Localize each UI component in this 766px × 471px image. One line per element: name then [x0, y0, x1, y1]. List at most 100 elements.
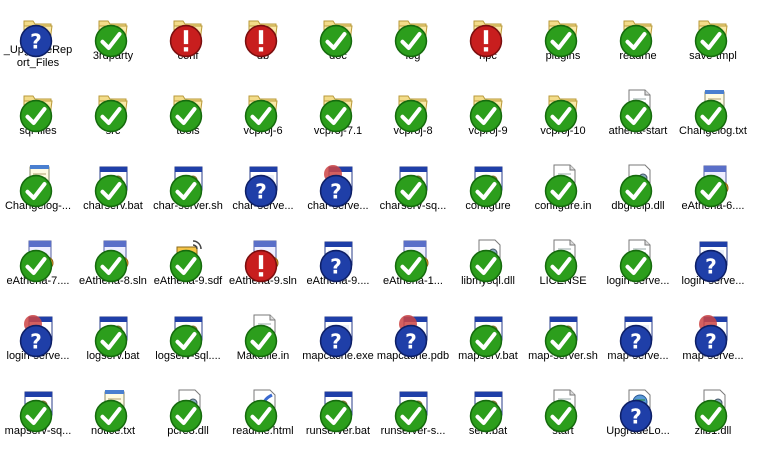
file-item[interactable]: runserver.bat: [300, 375, 376, 445]
file-item[interactable]: configure: [450, 150, 526, 220]
file-item[interactable]: athena-start: [600, 75, 676, 145]
svg-text:?: ?: [630, 330, 642, 354]
file-item[interactable]: pcre3.dll: [150, 375, 226, 445]
check-badge-icon: [169, 174, 203, 208]
file-item[interactable]: readme.html: [225, 375, 301, 445]
file-item[interactable]: serv.bat: [450, 375, 526, 445]
svg-text:?: ?: [405, 330, 417, 354]
check-badge-icon: [94, 249, 128, 283]
folder-icon: [544, 12, 580, 58]
check-badge-icon: [394, 24, 428, 58]
check-badge-icon: [319, 399, 353, 433]
check-badge-icon: [544, 324, 578, 358]
batch-icon: [544, 312, 580, 358]
file-item[interactable]: logserv.bat: [75, 300, 151, 370]
file-item[interactable]: map-server.sh: [525, 300, 601, 370]
file-item[interactable]: ?login-serve...: [675, 225, 751, 295]
file-item[interactable]: logserv-sql....: [150, 300, 226, 370]
dll-icon: [169, 387, 205, 433]
folder-icon: [244, 12, 280, 58]
question-badge-icon: ?: [19, 324, 53, 358]
file-item[interactable]: ? _UpgradeReport_Files: [0, 0, 76, 70]
check-badge-icon: [394, 249, 428, 283]
file-item[interactable]: dbghelp.dll: [600, 150, 676, 220]
question-badge-icon: ?: [694, 324, 728, 358]
file-item[interactable]: char-server.sh: [150, 150, 226, 220]
check-badge-icon: [244, 324, 278, 358]
file-item[interactable]: 8 eAthena-8.sln: [75, 225, 151, 295]
file-item[interactable]: src: [75, 75, 151, 145]
ball-window-icon: ?: [394, 312, 430, 358]
file-item[interactable]: ?mapcache.exe: [300, 300, 376, 370]
file-item[interactable]: ?mapcache.pdb: [375, 300, 451, 370]
file-item[interactable]: 10 eAthena-9.sln: [225, 225, 301, 295]
batch-icon: [469, 387, 505, 433]
file-item[interactable]: sql-files: [0, 75, 76, 145]
error-badge-icon: [244, 249, 278, 283]
file-item[interactable]: charserv-sq...: [375, 150, 451, 220]
file-item[interactable]: Makefile.in: [225, 300, 301, 370]
file-item[interactable]: save-tmpl: [675, 0, 751, 70]
question-badge-icon: ?: [319, 249, 353, 283]
batch-icon: [469, 162, 505, 208]
file-item[interactable]: plugins: [525, 0, 601, 70]
file-item[interactable]: tools: [150, 75, 226, 145]
vsproj7-icon: 7.1: [19, 237, 55, 283]
file-item[interactable]: runserver-s...: [375, 375, 451, 445]
file-item[interactable]: ?char-serve...: [225, 150, 301, 220]
svg-text:?: ?: [255, 180, 267, 204]
file-item[interactable]: vcproj-7.1: [300, 75, 376, 145]
file-item[interactable]: zlib1.dll: [675, 375, 751, 445]
check-badge-icon: [169, 324, 203, 358]
file-item[interactable]: ?eAthena-9....: [300, 225, 376, 295]
file-item[interactable]: conf: [150, 0, 226, 70]
check-badge-icon: [94, 174, 128, 208]
file-item[interactable]: Changelog-...: [0, 150, 76, 220]
file-item[interactable]: vcproj-9: [450, 75, 526, 145]
file-item[interactable]: vcproj-10: [525, 75, 601, 145]
file-item[interactable]: ?login-serve...: [0, 300, 76, 370]
check-badge-icon: [169, 399, 203, 433]
folder-icon: [469, 12, 505, 58]
batch-icon: [394, 387, 430, 433]
svg-text:?: ?: [30, 330, 42, 354]
file-item[interactable]: mapserv.bat: [450, 300, 526, 370]
check-badge-icon: [169, 99, 203, 133]
batch-icon: [94, 312, 130, 358]
file-item[interactable]: db: [225, 0, 301, 70]
file-item[interactable]: Changelog.txt: [675, 75, 751, 145]
question-badge-icon: ?: [19, 24, 53, 58]
file-item[interactable]: vcproj-8: [375, 75, 451, 145]
folder-icon: [319, 12, 355, 58]
file-item[interactable]: mapserv-sq...: [0, 375, 76, 445]
file-item[interactable]: log: [375, 0, 451, 70]
check-badge-icon: [319, 99, 353, 133]
file-item[interactable]: 7.1 eAthena-7....: [0, 225, 76, 295]
file-item[interactable]: ?char-serve...: [300, 150, 376, 220]
batch-icon: [94, 162, 130, 208]
file-item[interactable]: libmysql.dll: [450, 225, 526, 295]
check-badge-icon: [694, 99, 728, 133]
file-item[interactable]: notice.txt: [75, 375, 151, 445]
file-item[interactable]: npc: [450, 0, 526, 70]
file-item[interactable]: ?map-serve...: [675, 300, 751, 370]
window-icon: ?: [319, 312, 355, 358]
file-item[interactable]: eAthena-6....: [675, 150, 751, 220]
file-item[interactable]: readme: [600, 0, 676, 70]
file-item[interactable]: ?UpgradeLo...: [600, 375, 676, 445]
check-badge-icon: [394, 99, 428, 133]
file-item[interactable]: ?map-serve...: [600, 300, 676, 370]
file-item[interactable]: charserv.bat: [75, 150, 151, 220]
file-item[interactable]: doc: [300, 0, 376, 70]
svg-text:?: ?: [330, 180, 342, 204]
file-item[interactable]: LICENSE: [525, 225, 601, 295]
file-item[interactable]: login-serve...: [600, 225, 676, 295]
file-item[interactable]: 10 eAthena-1...: [375, 225, 451, 295]
file-item[interactable]: configure.in: [525, 150, 601, 220]
file-item[interactable]: start: [525, 375, 601, 445]
file-item[interactable]: vcproj-6: [225, 75, 301, 145]
file-item[interactable]: 3rdparty: [75, 0, 151, 70]
folder-icon: [394, 87, 430, 133]
file-item[interactable]: eAthena-9.sdf: [150, 225, 226, 295]
error-badge-icon: [169, 24, 203, 58]
